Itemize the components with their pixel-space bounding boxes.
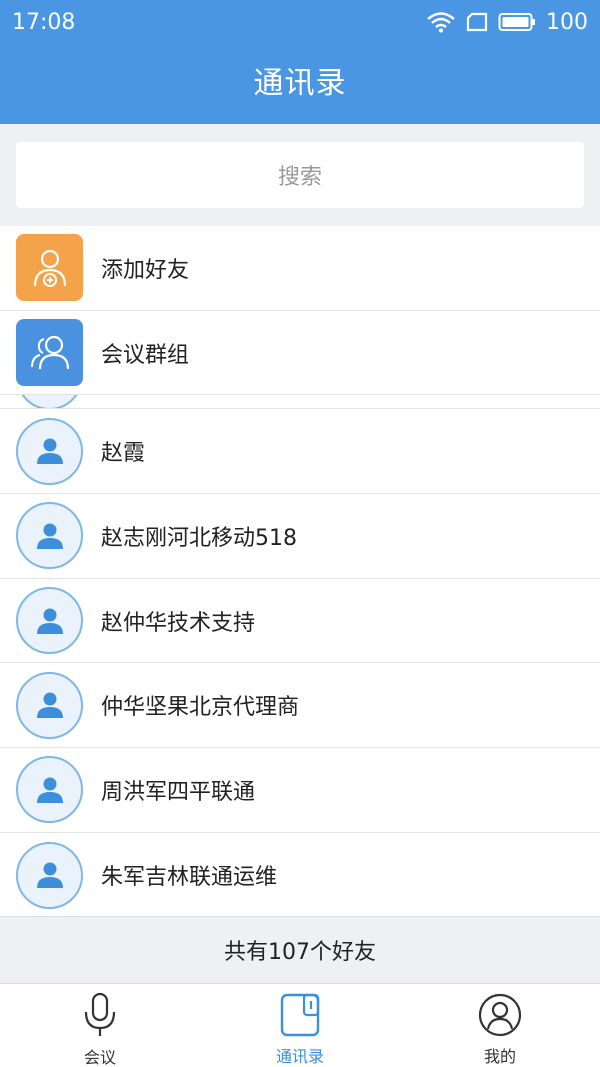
microphone-icon bbox=[82, 992, 118, 1038]
wifi-icon bbox=[426, 11, 456, 33]
contact-avatar-partial bbox=[16, 395, 83, 409]
app-root: 17:08 100 通讯录 搜索 添加好友 会议群组 赵霞 赵志刚河北移动518… bbox=[0, 0, 600, 1067]
group-icon bbox=[16, 319, 83, 387]
person-icon bbox=[16, 417, 83, 485]
tab-mine[interactable]: 我的 bbox=[400, 984, 600, 1067]
person-icon bbox=[16, 756, 83, 824]
search-input[interactable]: 搜索 bbox=[16, 142, 584, 208]
list-item-partial bbox=[0, 395, 600, 410]
friend-count: 共有107个好友 bbox=[0, 916, 600, 983]
tab-contacts[interactable]: 通讯录 bbox=[200, 984, 400, 1067]
status-time: 17:08 bbox=[12, 9, 76, 35]
list-item[interactable]: 赵仲华技术支持 bbox=[0, 578, 600, 664]
person-icon bbox=[16, 502, 83, 570]
tab-mine-label: 我的 bbox=[483, 1047, 516, 1066]
contacts-book-icon bbox=[280, 992, 320, 1037]
list-item[interactable]: 赵志刚河北移动518 bbox=[0, 494, 600, 579]
contact-name: 朱军吉林联通运维 bbox=[101, 865, 278, 891]
meeting-group-label: 会议群组 bbox=[101, 342, 190, 368]
tab-meeting-label: 会议 bbox=[83, 1048, 116, 1067]
battery-icon bbox=[498, 12, 536, 32]
add-friend-label: 添加好友 bbox=[101, 257, 190, 283]
person-icon bbox=[16, 587, 83, 655]
contact-name: 赵霞 bbox=[101, 441, 146, 467]
friend-count-text: 共有107个好友 bbox=[224, 940, 376, 965]
tab-bar: 会议 通讯录 我的 bbox=[0, 983, 600, 1067]
search-section: 搜索 bbox=[0, 124, 600, 225]
contact-name: 赵志刚河北移动518 bbox=[101, 525, 297, 551]
person-icon bbox=[16, 671, 83, 739]
contact-name: 赵仲华技术支持 bbox=[101, 610, 256, 636]
status-bar: 17:08 100 bbox=[0, 0, 600, 44]
sim-icon bbox=[466, 12, 488, 32]
list-item[interactable]: 赵霞 bbox=[0, 409, 600, 495]
search-placeholder: 搜索 bbox=[277, 165, 322, 190]
add-friend-item[interactable]: 添加好友 bbox=[0, 226, 600, 311]
contact-name: 周洪军四平联通 bbox=[101, 779, 256, 805]
tab-meeting[interactable]: 会议 bbox=[0, 984, 200, 1067]
status-icons: 100 bbox=[426, 10, 588, 35]
list-item[interactable]: 周洪军四平联通 bbox=[0, 748, 600, 833]
list-item[interactable]: 朱军吉林联通运维 bbox=[0, 832, 600, 918]
person-icon bbox=[16, 841, 83, 909]
list-item[interactable]: 仲华坚果北京代理商 bbox=[0, 663, 600, 749]
meeting-group-item[interactable]: 会议群组 bbox=[0, 310, 600, 396]
header: 17:08 100 通讯录 bbox=[0, 0, 600, 124]
add-friend-icon bbox=[16, 234, 83, 302]
battery-level: 100 bbox=[546, 9, 588, 35]
contact-list[interactable]: 添加好友 会议群组 赵霞 赵志刚河北移动518 赵仲华技术支持 仲华坚果北京代理… bbox=[0, 226, 600, 918]
profile-icon bbox=[478, 992, 522, 1037]
page-title: 通讯录 bbox=[253, 66, 347, 101]
tab-contacts-label: 通讯录 bbox=[275, 1047, 324, 1066]
contact-name: 仲华坚果北京代理商 bbox=[101, 695, 300, 721]
